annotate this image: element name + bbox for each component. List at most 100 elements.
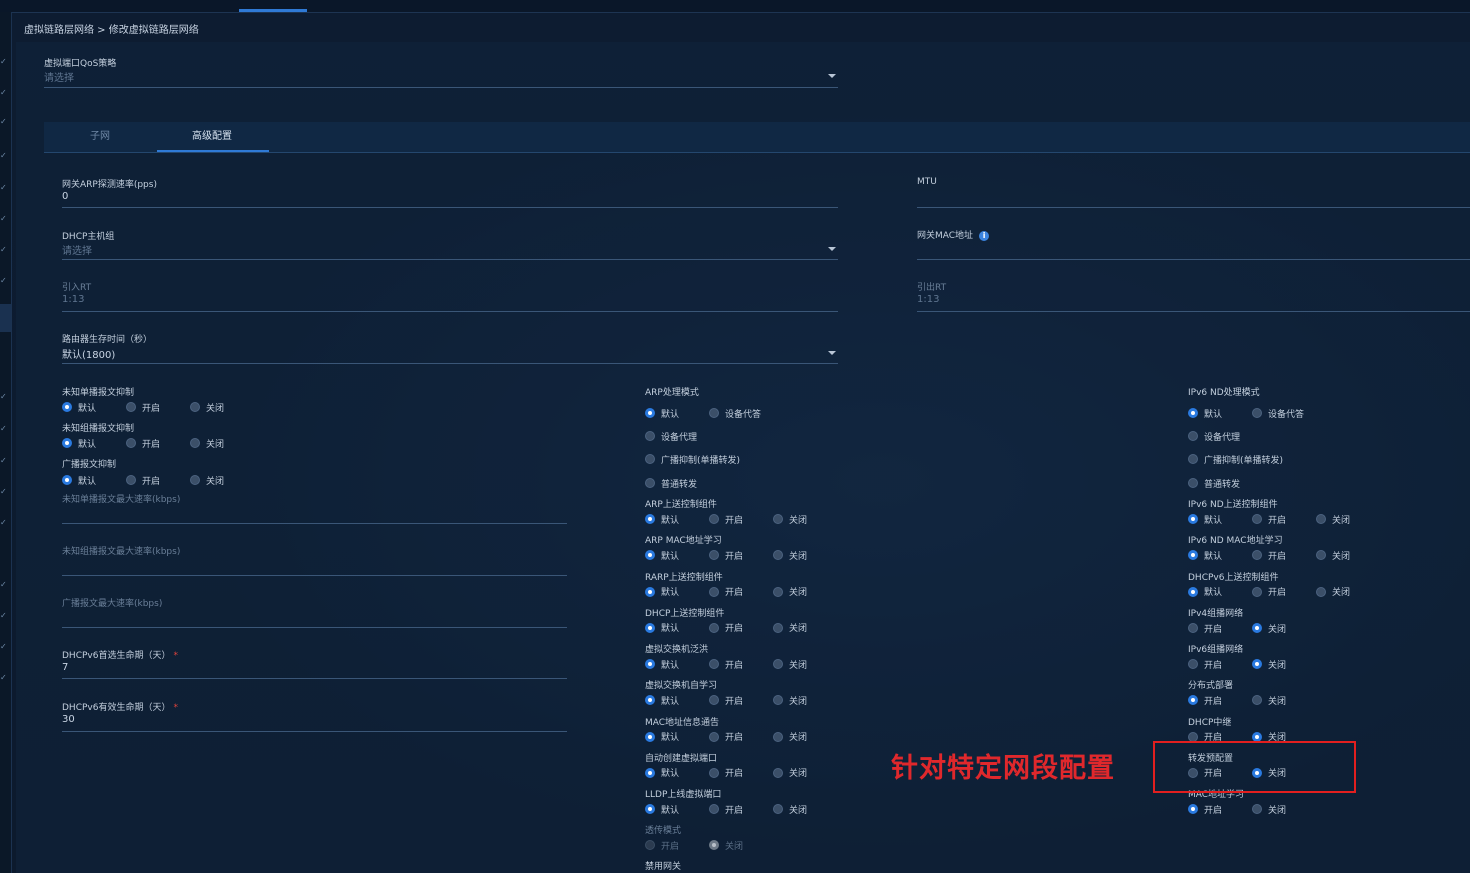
radio-dot[interactable] xyxy=(645,478,655,488)
radio-dot[interactable] xyxy=(1188,659,1198,670)
radio-off[interactable]: 关闭 xyxy=(1252,693,1286,707)
radio-off[interactable]: 关闭 xyxy=(1252,657,1286,671)
radio-device-proxy2[interactable]: 设备代理 xyxy=(645,429,697,443)
radio-on[interactable]: 开启 xyxy=(126,473,160,487)
radio-off[interactable]: 关闭 xyxy=(1316,548,1350,562)
radio-dot[interactable] xyxy=(709,586,719,597)
qos-select[interactable]: 请选择 xyxy=(44,69,74,84)
dhcpv6-preferred-input[interactable]: 7 xyxy=(62,662,68,673)
nav-chevron-icon[interactable]: ✓ xyxy=(0,487,7,496)
nav-chevron-icon[interactable]: ✓ xyxy=(0,456,7,465)
radio-on[interactable]: 开启 xyxy=(1252,548,1286,562)
radio-dot[interactable] xyxy=(1188,478,1198,488)
arp-rate-input[interactable]: 0 xyxy=(62,191,68,202)
radio-dot[interactable] xyxy=(645,659,655,669)
radio-off[interactable]: 关闭 xyxy=(1252,621,1286,635)
radio-on[interactable]: 开启 xyxy=(1188,693,1222,707)
radio-device-proxy[interactable]: 设备代答 xyxy=(709,406,761,420)
tab-advanced[interactable]: 高级配置 xyxy=(192,122,232,152)
radio-on[interactable]: 开启 xyxy=(709,585,743,599)
radio-dot[interactable] xyxy=(1188,454,1198,464)
nav-chevron-icon[interactable]: ✓ xyxy=(0,88,7,97)
radio-on[interactable]: 开启 xyxy=(126,436,160,450)
radio-dot[interactable] xyxy=(1188,550,1198,561)
radio-dot[interactable] xyxy=(1252,408,1262,418)
radio-default[interactable]: 默认 xyxy=(645,730,679,744)
radio-default[interactable]: 默认 xyxy=(62,436,96,450)
radio-off[interactable]: 关闭 xyxy=(773,548,807,562)
radio-default[interactable]: 默认 xyxy=(1188,512,1222,526)
nav-chevron-icon[interactable]: ✓ xyxy=(0,276,7,285)
radio-dot[interactable] xyxy=(1316,586,1326,597)
radio-dot[interactable] xyxy=(709,695,719,706)
radio-dot[interactable] xyxy=(709,514,719,524)
info-icon[interactable]: i xyxy=(979,230,990,241)
radio-dot[interactable] xyxy=(1252,623,1262,633)
radio-off[interactable]: 关闭 xyxy=(1316,585,1350,599)
radio-normal-forward[interactable]: 普通转发 xyxy=(645,476,697,490)
radio-off[interactable]: 关闭 xyxy=(190,473,224,487)
nav-chevron-icon[interactable]: ✓ xyxy=(0,214,7,223)
radio-off[interactable]: 关闭 xyxy=(190,400,224,414)
radio-default[interactable]: 默认 xyxy=(62,400,96,414)
radio-on[interactable]: 开启 xyxy=(709,657,743,671)
nav-chevron-icon[interactable]: ✓ xyxy=(0,245,7,254)
radio-broadcast-suppress[interactable]: 广播抑制(单播转发) xyxy=(645,452,740,466)
radio-dot[interactable] xyxy=(773,695,783,706)
radio-dot[interactable] xyxy=(709,804,719,814)
chevron-down-icon[interactable] xyxy=(828,351,836,355)
radio-dot[interactable] xyxy=(645,622,655,633)
radio-off[interactable]: 关闭 xyxy=(773,585,807,599)
radio-dot[interactable] xyxy=(190,475,200,485)
radio-dot[interactable] xyxy=(773,586,783,597)
radio-off[interactable]: 关闭 xyxy=(773,693,807,707)
radio-dot[interactable] xyxy=(645,408,655,418)
radio-off[interactable]: 关闭 xyxy=(773,730,807,744)
radio-default[interactable]: 默认 xyxy=(645,585,679,599)
nav-chevron-icon[interactable]: ✓ xyxy=(0,518,7,527)
radio-dot[interactable] xyxy=(1252,514,1262,524)
radio-dot[interactable] xyxy=(1252,804,1262,814)
radio-on[interactable]: 开启 xyxy=(709,802,743,816)
radio-dot[interactable] xyxy=(773,731,783,742)
radio-dot[interactable] xyxy=(1188,514,1198,524)
radio-off[interactable]: 关闭 xyxy=(773,512,807,526)
radio-off[interactable]: 关闭 xyxy=(1252,802,1286,816)
radio-dot[interactable] xyxy=(190,438,200,448)
radio-default[interactable]: 默认 xyxy=(62,473,96,487)
nav-chevron-icon[interactable]: ✓ xyxy=(0,117,7,126)
radio-device-proxy2[interactable]: 设备代理 xyxy=(1188,429,1240,443)
radio-dot[interactable] xyxy=(1188,431,1198,441)
radio-dot[interactable] xyxy=(709,622,719,633)
radio-dot[interactable] xyxy=(709,767,719,778)
radio-dot[interactable] xyxy=(773,622,783,633)
radio-dot[interactable] xyxy=(773,550,783,561)
radio-dot[interactable] xyxy=(645,431,655,441)
radio-dot[interactable] xyxy=(645,731,655,742)
radio-off[interactable]: 关闭 xyxy=(773,802,807,816)
dhcpv6-valid-input[interactable]: 30 xyxy=(62,714,75,725)
radio-dot[interactable] xyxy=(1188,695,1198,706)
radio-off[interactable]: 关闭 xyxy=(773,766,807,780)
unknown-multicast-max-input[interactable] xyxy=(62,575,567,576)
radio-dot[interactable] xyxy=(1188,408,1198,418)
radio-dot[interactable] xyxy=(126,438,136,448)
broadcast-max-input[interactable] xyxy=(62,627,567,628)
radio-on[interactable]: 开启 xyxy=(709,512,743,526)
nav-chevron-icon[interactable]: ✓ xyxy=(0,57,7,66)
radio-dot[interactable] xyxy=(709,659,719,669)
radio-dot[interactable] xyxy=(62,402,72,412)
radio-dot[interactable] xyxy=(645,454,655,464)
nav-chevron-icon[interactable]: ✓ xyxy=(0,673,7,682)
radio-dot[interactable] xyxy=(1252,695,1262,706)
radio-on[interactable]: 开启 xyxy=(709,548,743,562)
radio-dot[interactable] xyxy=(126,402,136,412)
radio-on[interactable]: 开启 xyxy=(126,400,160,414)
radio-dot[interactable] xyxy=(645,804,655,814)
nav-chevron-icon[interactable]: ✓ xyxy=(0,183,7,192)
radio-broadcast-suppress[interactable]: 广播抑制(单播转发) xyxy=(1188,452,1283,466)
nav-chevron-icon[interactable]: ✓ xyxy=(0,424,7,433)
tab-subnet[interactable]: 子网 xyxy=(90,122,110,152)
radio-on[interactable]: 开启 xyxy=(709,730,743,744)
radio-normal-forward[interactable]: 普通转发 xyxy=(1188,476,1240,490)
